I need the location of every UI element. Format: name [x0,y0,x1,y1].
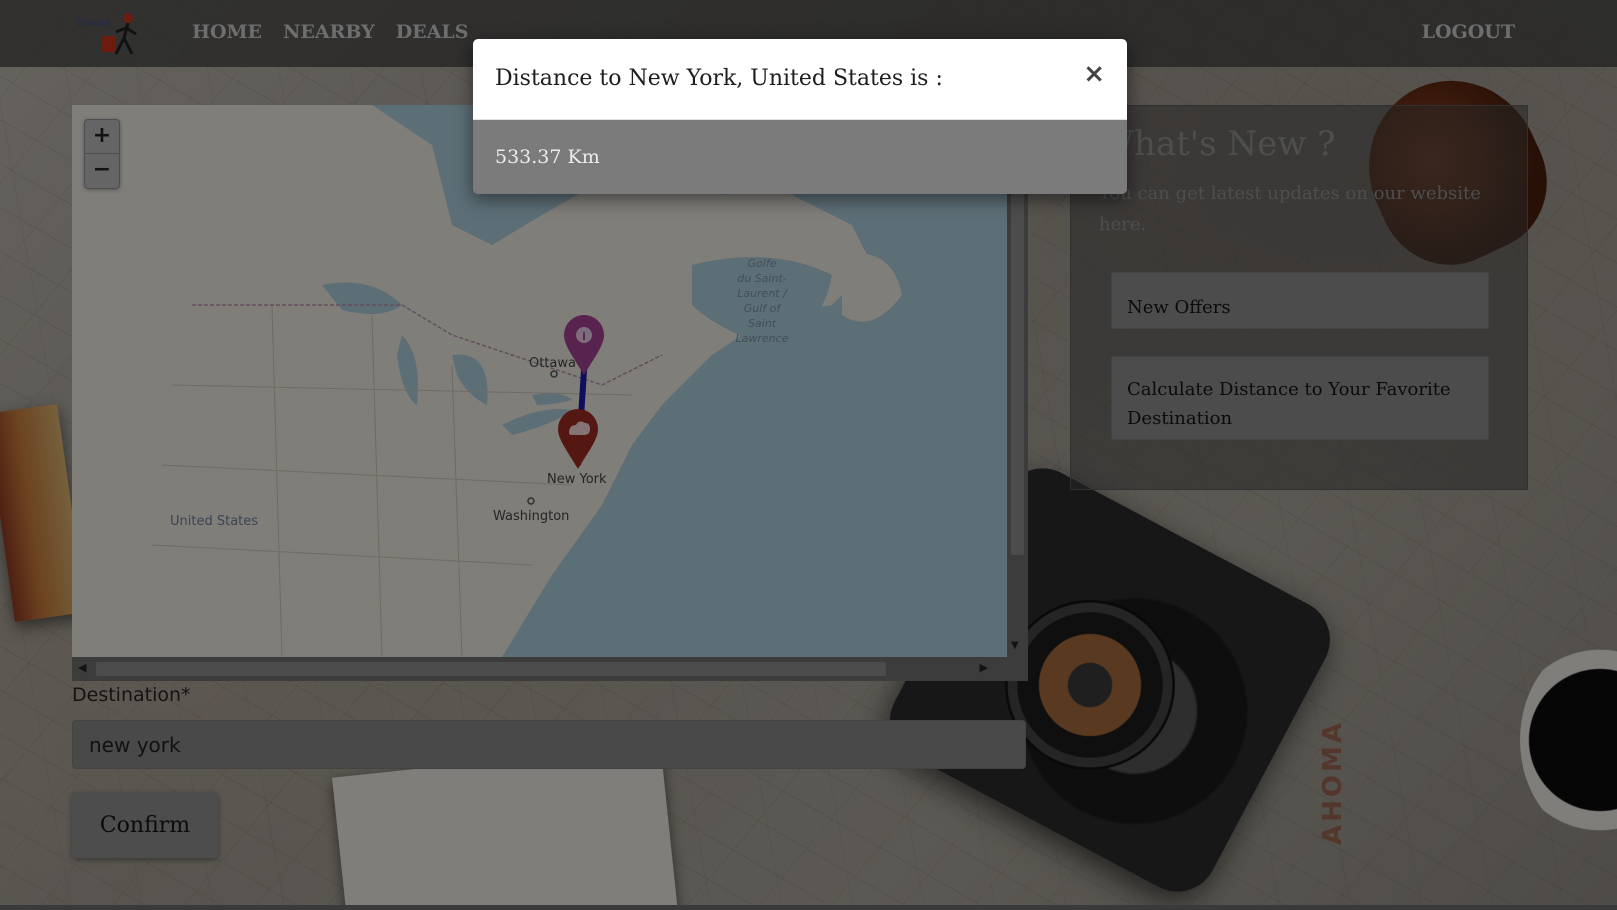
modal-body: 533.37 Km [473,120,1127,194]
distance-value: 533.37 Km [495,146,600,168]
bottom-strip [0,905,1617,910]
distance-modal: Distance to New York, United States is :… [473,39,1127,194]
modal-header: Distance to New York, United States is :… [473,39,1127,120]
close-icon[interactable]: × [1083,61,1105,87]
modal-title: Distance to New York, United States is : [495,66,943,91]
